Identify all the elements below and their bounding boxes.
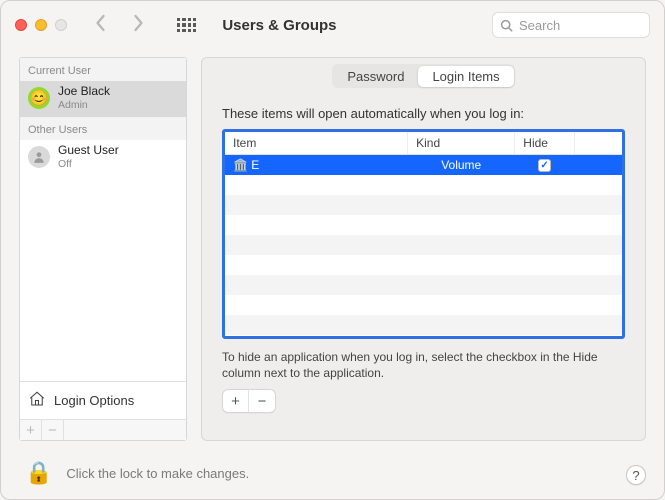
login-items-intro: These items will open automatically when… [222,106,625,121]
user-status: Off [58,158,119,170]
search-input[interactable]: Search [492,12,650,38]
tab-password[interactable]: Password [333,66,418,87]
user-name: Joe Black [58,85,110,99]
minimize-icon[interactable] [35,19,47,31]
sidebar-section-current: Current User [20,58,186,81]
table-row [225,315,622,335]
sidebar-user-joe-black[interactable]: 😊 Joe Black Admin [20,81,186,117]
content-area: Current User 😊 Joe Black Admin Other Use… [1,49,664,441]
footer: 🔒 Click the lock to make changes. [1,447,664,499]
back-icon[interactable] [95,13,108,38]
hide-checkbox[interactable]: ✓ [538,159,551,172]
window-controls [15,19,67,31]
item-name: E [251,158,259,172]
tab-login-items[interactable]: Login Items [418,66,513,87]
item-kind: Volume [408,155,515,175]
user-role: Admin [58,99,110,111]
volume-icon: 🏛️ [233,158,248,172]
col-hide[interactable]: Hide [515,132,575,155]
remove-item-button[interactable]: − [249,390,275,412]
login-options-button[interactable]: Login Options [20,381,186,419]
detail-panel: Password Login Items These items will op… [201,57,646,441]
maximize-icon [55,19,67,31]
users-sidebar: Current User 😊 Joe Black Admin Other Use… [19,57,187,441]
avatar-icon [28,146,50,168]
close-icon[interactable] [15,19,27,31]
house-icon [28,390,46,411]
table-row [225,275,622,295]
sidebar-user-guest[interactable]: Guest User Off [20,140,186,176]
login-items-table[interactable]: Item Kind Hide 🏛️ E Volume ✓ [222,129,625,339]
table-row [225,235,622,255]
lock-text: Click the lock to make changes. [66,466,249,481]
table-row [225,215,622,235]
table-row[interactable]: 🏛️ E Volume ✓ [225,155,622,175]
apps-grid-icon[interactable] [177,18,196,32]
window-title: Users & Groups [222,17,336,34]
forward-icon[interactable] [132,13,145,38]
user-info: Guest User Off [58,144,119,170]
add-item-button[interactable]: + [223,390,249,412]
nav-controls [95,13,145,38]
search-placeholder: Search [519,18,560,33]
avatar-icon: 😊 [28,87,50,109]
panel-tabs: Password Login Items [202,64,645,88]
sidebar-add-remove: + − [20,419,186,440]
title-bar: Users & Groups Search [1,1,664,49]
table-row [225,295,622,315]
col-kind[interactable]: Kind [408,132,515,155]
table-row [225,175,622,195]
table-row [225,255,622,275]
lock-icon[interactable]: 🔒 [25,460,52,486]
hide-hint-text: To hide an application when you log in, … [222,349,625,381]
login-options-label: Login Options [54,393,134,408]
add-user-button[interactable]: + [20,420,42,440]
user-info: Joe Black Admin [58,85,110,111]
help-button[interactable]: ? [626,465,646,485]
table-row [225,195,622,215]
remove-user-button[interactable]: − [42,420,64,440]
table-header-row: Item Kind Hide [225,132,622,155]
sidebar-section-other: Other Users [20,117,186,140]
col-item[interactable]: Item [225,132,408,155]
search-icon [500,19,513,32]
items-add-remove: + − [222,389,276,413]
user-name: Guest User [58,144,119,158]
